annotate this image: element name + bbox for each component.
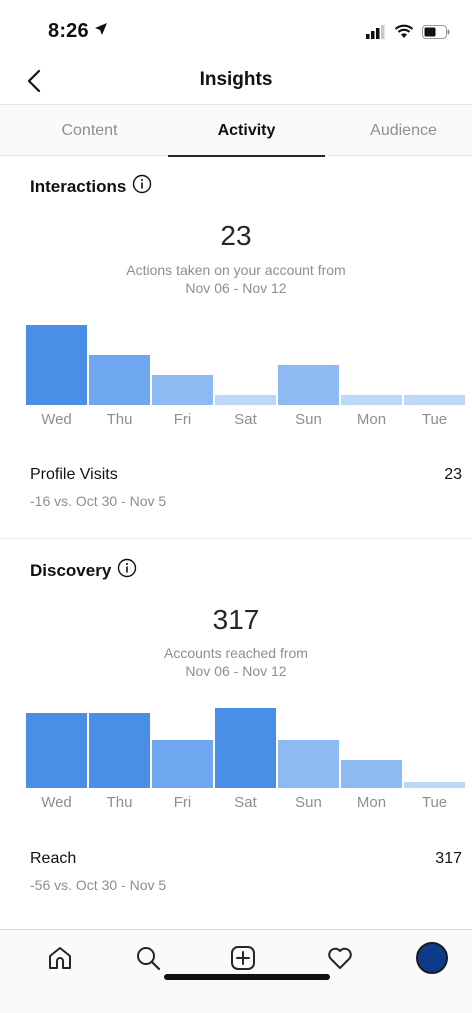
discovery-bar-tue <box>404 782 465 788</box>
interactions-day-label: Thu <box>106 411 133 428</box>
add-post-icon[interactable] <box>225 940 261 976</box>
interactions-bar-wed <box>26 325 87 405</box>
location-arrow-icon <box>94 22 108 41</box>
discovery-title: Discovery <box>30 560 112 580</box>
tab-bar: Content Activity Audience <box>0 104 472 157</box>
interactions-caption-line2: Nov 06 - Nov 12 <box>185 280 287 296</box>
discovery-caption-line1: Accounts reached from <box>164 645 308 661</box>
reach-label: Reach <box>30 850 77 867</box>
profile-visits-label: Profile Visits <box>30 466 118 483</box>
interactions-bar-sun <box>278 365 339 405</box>
profile-visits-value: 23 <box>444 466 462 483</box>
discovery-day-label: Fri <box>173 794 192 811</box>
battery-icon <box>422 24 450 44</box>
interactions-heading: Interactions <box>30 174 152 199</box>
status-icons <box>366 24 450 44</box>
interactions-day-label: Tue <box>421 411 448 428</box>
status-bar: 8:26 <box>0 0 472 58</box>
discovery-heading: Discovery <box>30 558 137 583</box>
discovery-bar-chart <box>26 708 466 788</box>
interactions-caption-line1: Actions taken on your account from <box>126 262 346 278</box>
profile-visits-comparison: -16 vs. Oct 30 - Nov 5 <box>30 493 167 509</box>
info-icon[interactable] <box>132 174 152 199</box>
tab-content[interactable]: Content <box>11 105 168 157</box>
signal-icon <box>366 24 386 44</box>
interactions-title: Interactions <box>30 176 127 196</box>
active-tab-indicator <box>168 155 325 157</box>
profile-visits-row[interactable]: Profile Visits 23 -16 vs. Oct 30 - Nov 5 <box>30 466 462 516</box>
interactions-day-label: Sun <box>295 411 322 428</box>
tab-audience[interactable]: Audience <box>325 105 472 157</box>
interactions-day-label: Fri <box>173 411 192 428</box>
discovery-day-label: Mon <box>356 794 387 811</box>
interactions-bar-thu <box>89 355 150 405</box>
home-indicator <box>164 974 330 980</box>
section-divider <box>0 538 472 539</box>
discovery-day-label: Thu <box>106 794 133 811</box>
wifi-icon <box>394 24 414 44</box>
interactions-day-label: Wed <box>41 411 72 428</box>
discovery-day-label: Tue <box>421 794 448 811</box>
bottom-navigation <box>0 929 472 1013</box>
heart-icon[interactable] <box>322 940 358 976</box>
interactions-day-label: Sat <box>234 411 257 428</box>
status-time: 8:26 <box>48 20 89 42</box>
home-icon[interactable] <box>42 940 78 976</box>
search-icon[interactable] <box>130 940 166 976</box>
reach-comparison: -56 vs. Oct 30 - Nov 5 <box>30 877 167 893</box>
info-icon[interactable] <box>117 558 137 583</box>
page-title: Insights <box>199 69 273 90</box>
discovery-bar-thu <box>89 713 150 788</box>
avatar <box>416 942 448 974</box>
nav-header: Insights <box>0 58 472 104</box>
discovery-day-label: Sat <box>234 794 257 811</box>
interactions-bar-mon <box>341 395 402 405</box>
discovery-bar-sun <box>278 740 339 788</box>
discovery-day-label: Wed <box>41 794 72 811</box>
discovery-day-label: Sun <box>295 794 322 811</box>
discovery-total: 317 <box>212 604 260 635</box>
discovery-bar-wed <box>26 713 87 788</box>
interactions-total: 23 <box>220 220 252 251</box>
interactions-day-label: Mon <box>356 411 387 428</box>
discovery-bar-mon <box>341 760 402 788</box>
interactions-bar-chart <box>26 325 466 405</box>
profile-avatar[interactable] <box>414 940 450 976</box>
reach-value: 317 <box>435 850 462 867</box>
discovery-caption-line2: Nov 06 - Nov 12 <box>185 663 287 679</box>
tab-activity[interactable]: Activity <box>168 105 325 157</box>
interactions-bar-tue <box>404 395 465 405</box>
interactions-bar-fri <box>152 375 213 405</box>
discovery-bar-sat <box>215 708 276 788</box>
discovery-bar-fri <box>152 740 213 788</box>
interactions-bar-sat <box>215 395 276 405</box>
reach-row[interactable]: Reach 317 -56 vs. Oct 30 - Nov 5 <box>30 850 462 900</box>
